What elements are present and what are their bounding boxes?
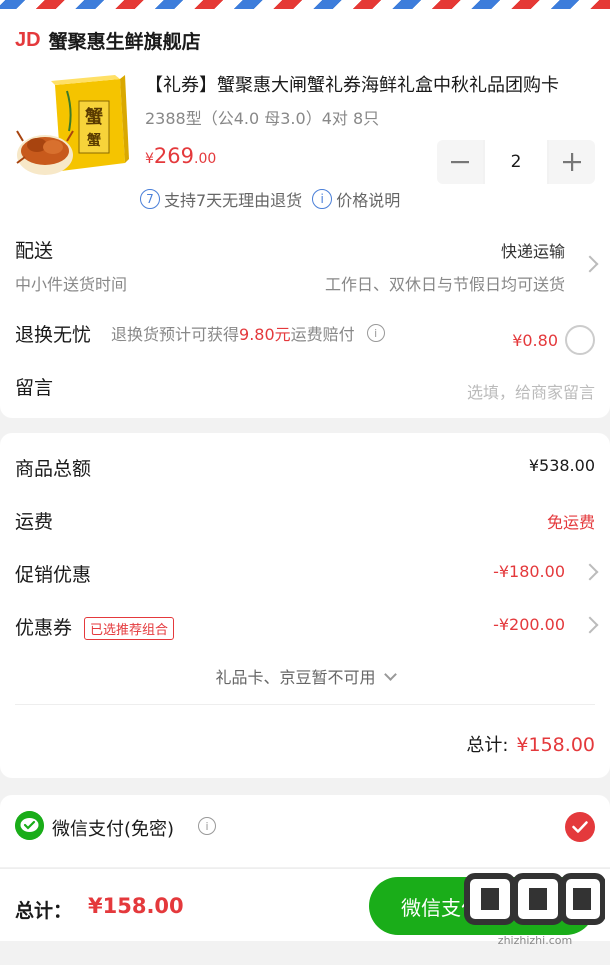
selected-check-icon[interactable] — [565, 812, 595, 842]
unavailable-text: 礼品卡、京豆暂不可用 — [215, 668, 376, 687]
return-policy-text[interactable]: 支持7天无理由退货 — [164, 187, 302, 211]
product-spec: 2388型（公4.0 母3.0）4对 8只 — [145, 109, 380, 128]
order-card: JD 蟹聚惠生鲜旗舰店 蟹 蟹 【礼券】蟹聚惠大闸蟹礼券海鲜礼盒中秋礼品团购卡 … — [0, 9, 610, 418]
delivery-label: 配送 — [15, 240, 54, 262]
svg-text:蟹: 蟹 — [86, 132, 101, 149]
shipping-value: 免运费 — [546, 513, 595, 532]
footer-total-label: 总计： — [15, 900, 73, 922]
coupon-label: 优惠券 — [15, 617, 73, 639]
box-character: 蟹 — [85, 106, 103, 128]
goods-total-label: 商品总额 — [15, 458, 92, 480]
wechat-pay-icon — [15, 811, 44, 840]
info-icon[interactable]: i — [366, 324, 385, 342]
price-summary-card — [0, 433, 610, 778]
product-image[interactable]: 蟹 蟹 — [15, 71, 130, 186]
unavailable-row[interactable]: 礼品卡、京豆暂不可用 — [0, 664, 610, 688]
minus-icon — [451, 161, 469, 164]
svg-text:zhizhizhi.com: zhizhizhi.com — [498, 934, 572, 947]
price-explanation-link[interactable]: 价格说明 — [336, 187, 400, 211]
delivery-method[interactable]: 快递运输 — [501, 238, 565, 262]
product-price: ¥269.00 — [145, 144, 216, 168]
delivery-sub-label: 中小件送货时间 — [15, 275, 128, 294]
chevron-down-icon — [383, 668, 397, 681]
quantity-value[interactable]: 2 — [483, 140, 549, 184]
insurance-price: ¥0.80 — [512, 331, 558, 350]
price-currency: ¥ — [145, 151, 154, 167]
info-icon: i — [312, 189, 333, 209]
store-header[interactable]: JD 蟹聚惠生鲜旗舰店 — [15, 27, 201, 54]
promo-label: 促销优惠 — [15, 564, 92, 586]
insurance-label: 退换无忧 — [15, 324, 92, 346]
delivery-time-text[interactable]: 工作日、双休日与节假日均可送货 — [325, 271, 565, 295]
divider — [15, 704, 595, 705]
summary-total-label: 总计: — [466, 735, 509, 756]
promo-amount[interactable]: -¥180.00 — [493, 562, 565, 581]
airmail-border — [0, 0, 610, 9]
insurance-radio[interactable] — [565, 325, 595, 355]
seven-day-return-icon: 7 — [140, 189, 160, 209]
price-decimal: .00 — [194, 151, 217, 167]
payment-method-label: 微信支付(免密) — [52, 819, 175, 840]
summary-total-amount: ¥158.00 — [516, 734, 595, 756]
plus-icon — [563, 153, 581, 171]
coupon-amount[interactable]: -¥200.00 — [493, 615, 565, 634]
quantity-stepper: 2 — [437, 140, 595, 184]
insurance-description: 退换货预计可获得 9.80元 运费赔付 i — [111, 321, 385, 345]
shipping-label: 运费 — [15, 511, 54, 533]
footer-total-amount: ¥158.00 — [88, 894, 184, 918]
decrease-button[interactable] — [437, 140, 483, 184]
watermark-logo: zhizhizhi.com — [464, 873, 605, 947]
store-name: 蟹聚惠生鲜旗舰店 — [48, 31, 201, 53]
coupon-row[interactable]: 优惠券 已选推荐组合 — [15, 613, 175, 640]
increase-button[interactable] — [549, 140, 595, 184]
summary-total: 总计: ¥158.00 — [466, 731, 595, 757]
chevron-right-icon[interactable] — [581, 255, 599, 273]
jd-logo-icon: JD — [15, 29, 41, 51]
info-icon[interactable]: i — [198, 817, 216, 835]
service-promises: 7 支持7天无理由退货 i 价格说明 — [140, 187, 400, 211]
goods-total-amount: ¥538.00 — [528, 456, 595, 475]
note-input[interactable] — [200, 383, 595, 402]
coupon-tag: 已选推荐组合 — [84, 617, 175, 640]
price-integer: 269 — [153, 144, 195, 168]
product-title[interactable]: 【礼券】蟹聚惠大闸蟹礼券海鲜礼盒中秋礼品团购卡 — [145, 71, 585, 97]
note-label: 留言 — [15, 377, 54, 399]
